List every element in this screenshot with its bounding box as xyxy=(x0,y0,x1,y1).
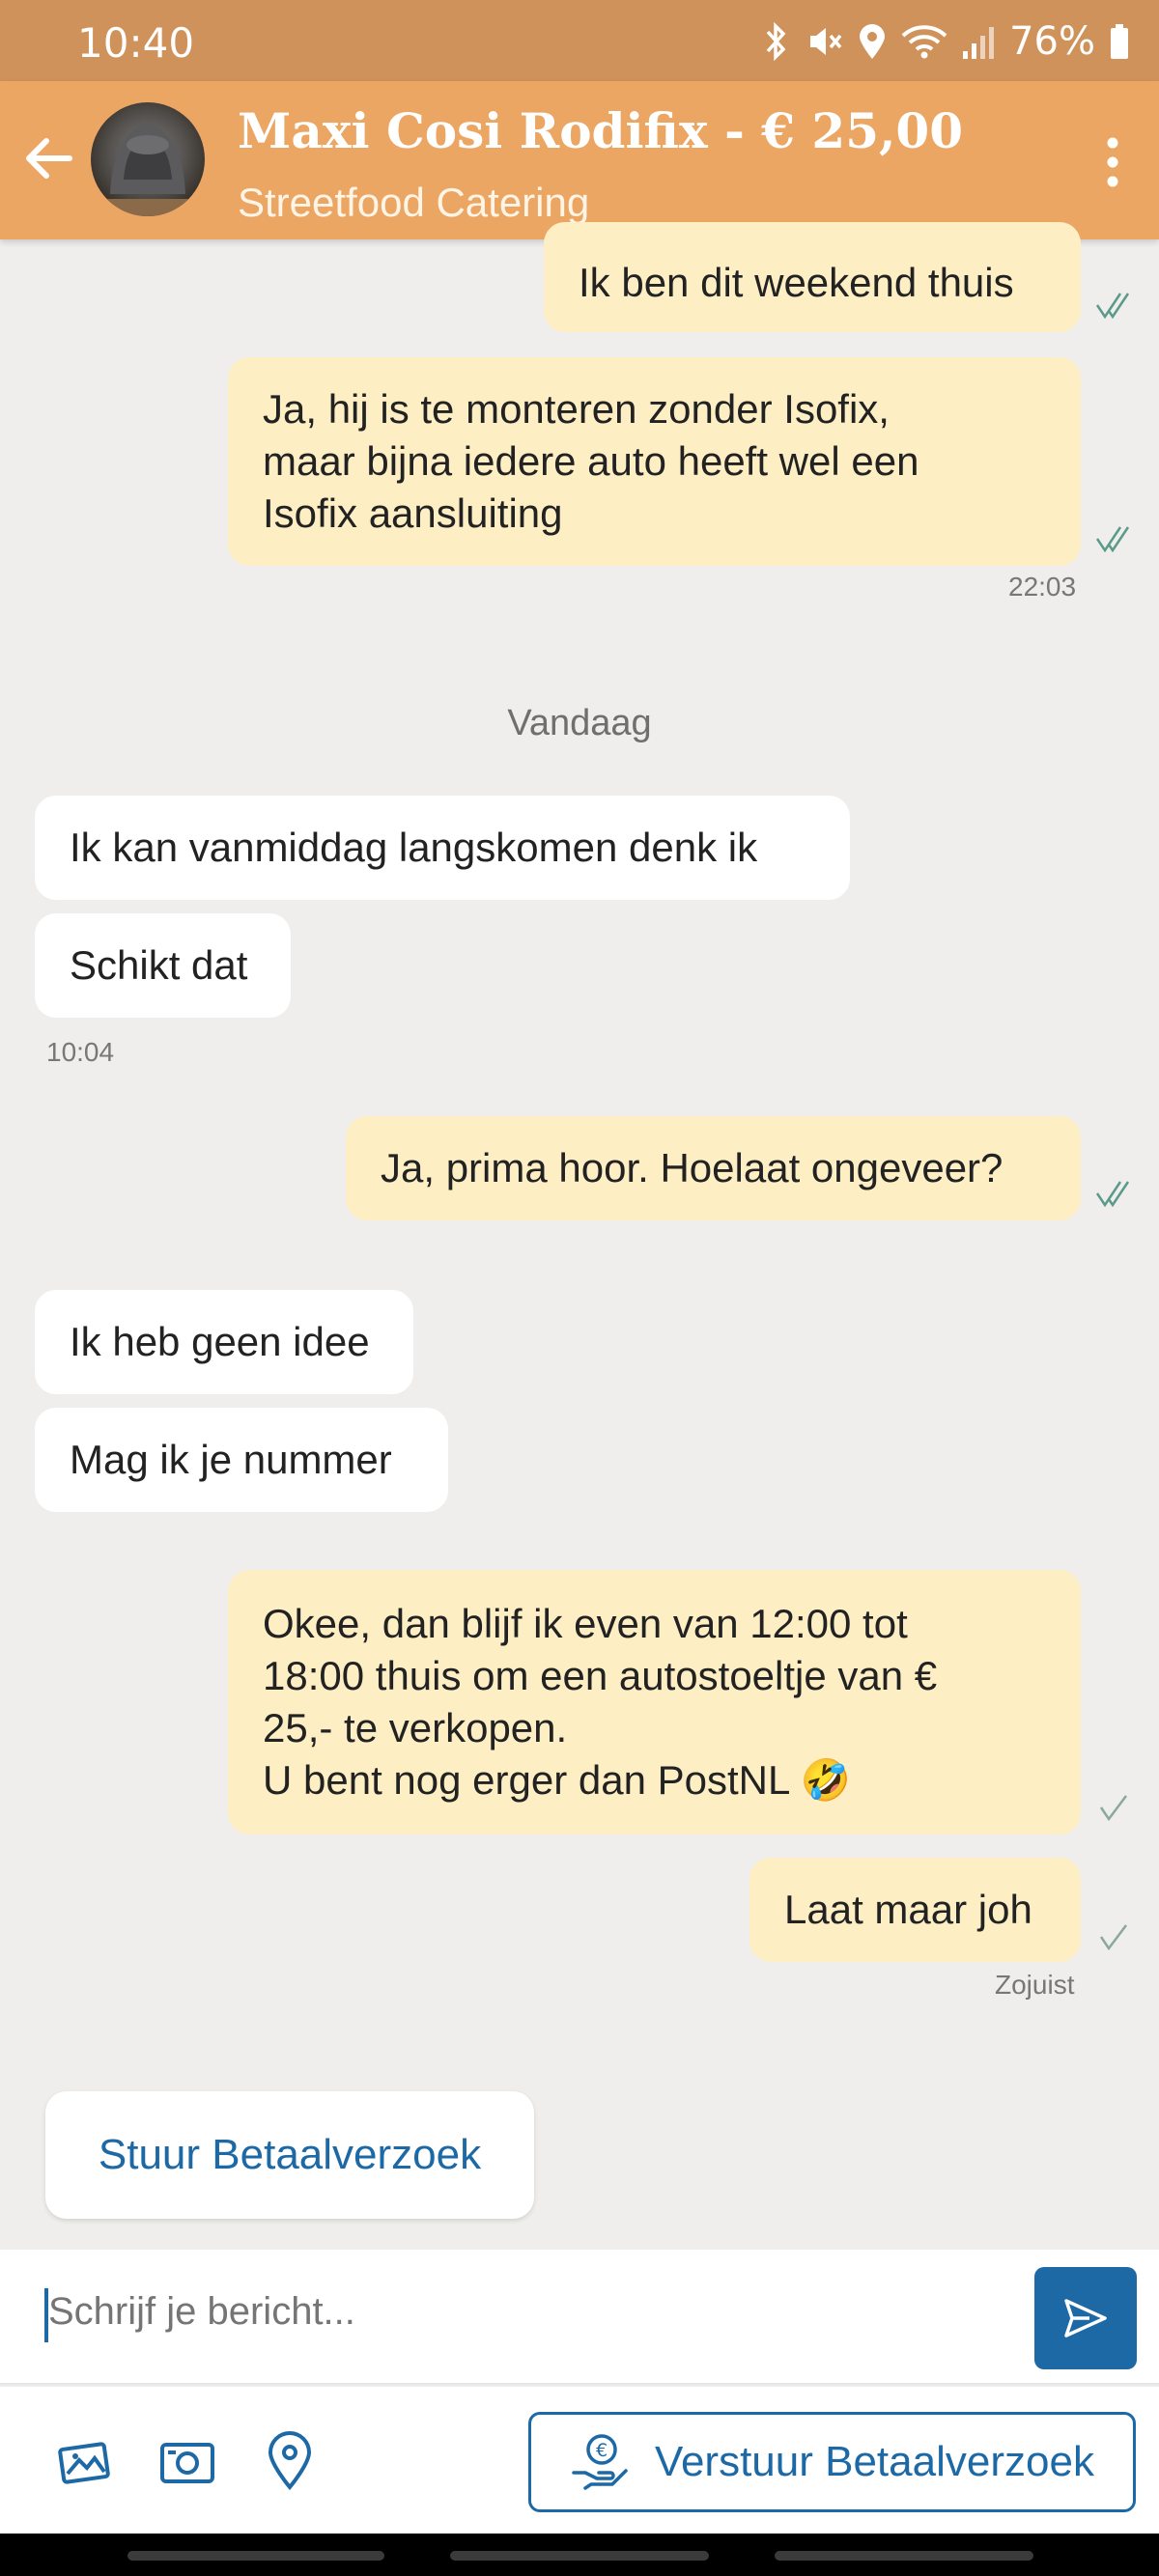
attachment-toolbar: € Verstuur Betaalverzoek xyxy=(0,2387,1159,2534)
gallery-icon[interactable] xyxy=(54,2429,116,2491)
euro-hand-icon: € xyxy=(572,2434,628,2490)
message-text: 18:00 thuis om een autostoeltje van € xyxy=(263,1653,938,1698)
message-text: Laat maar joh xyxy=(784,1887,1032,1932)
message-text: U bent nog erger dan PostNL 🤣 xyxy=(263,1757,851,1803)
message-text: 25,- te verkopen. xyxy=(263,1705,568,1750)
location-icon xyxy=(860,24,886,59)
double-check-icon xyxy=(1095,293,1130,320)
payment-card-label: Stuur Betaalverzoek xyxy=(98,2131,482,2178)
chat-header: Maxi Cosi Rodifix - € 25,00 Streetfood C… xyxy=(0,81,1159,239)
message-text: Ja, prima hoor. Hoelaat ongeveer? xyxy=(381,1145,1004,1190)
nav-recent-handle[interactable] xyxy=(127,2551,384,2561)
check-icon xyxy=(1099,1795,1127,1822)
message-text: Okee, dan blijf ik even van 12:00 tot xyxy=(263,1601,908,1646)
message-text: Ja, hij is te monteren zonder Isofix, xyxy=(263,386,890,432)
location-pin-icon[interactable] xyxy=(259,2429,321,2491)
svg-text:€: € xyxy=(596,2440,608,2461)
composer xyxy=(0,2250,1159,2385)
double-check-icon xyxy=(1095,1181,1130,1208)
status-bar: 10:40 76% xyxy=(0,0,1159,81)
bluetooth-icon xyxy=(766,22,786,61)
message-bubble-incoming[interactable]: Ik heb geen idee xyxy=(35,1290,413,1394)
message-timestamp: 22:03 xyxy=(1008,572,1077,602)
listing-avatar[interactable] xyxy=(91,102,205,216)
message-bubble-incoming[interactable]: Ik kan vanmiddag langskomen denk ik xyxy=(35,796,850,900)
message-text: maar bijna iedere auto heeft wel een xyxy=(263,438,919,484)
seller-name: Streetfood Catering xyxy=(238,180,590,225)
status-icons: 76% xyxy=(762,17,1130,66)
send-payment-request-card[interactable]: Stuur Betaalverzoek xyxy=(45,2091,534,2219)
day-separator: Vandaag xyxy=(507,703,652,743)
message-bubble-outgoing[interactable]: Ik ben dit weekend thuis xyxy=(544,222,1081,332)
message-bubble-outgoing[interactable]: Okee, dan blijf ik even van 12:00 tot 18… xyxy=(228,1570,1081,1834)
nav-home-handle[interactable] xyxy=(450,2551,709,2561)
message-text: Ik heb geen idee xyxy=(70,1319,370,1364)
message-timestamp: Zojuist xyxy=(995,1970,1075,2000)
car-seat-image xyxy=(91,124,205,216)
listing-title: Maxi Cosi Rodifix - € 25,00 xyxy=(238,102,964,159)
mute-icon xyxy=(810,28,842,55)
check-icon xyxy=(1099,1924,1127,1951)
message-input[interactable] xyxy=(48,2290,995,2334)
message-text: Schikt dat xyxy=(70,942,248,988)
status-time: 10:40 xyxy=(77,19,195,67)
signal-icon xyxy=(963,27,995,59)
send-payment-request-button[interactable]: € Verstuur Betaalverzoek xyxy=(528,2412,1136,2512)
send-button[interactable] xyxy=(1034,2267,1137,2369)
message-text: Ik kan vanmiddag langskomen denk ik xyxy=(70,825,758,870)
message-text: Isofix aansluiting xyxy=(263,490,563,536)
more-vertical-icon[interactable] xyxy=(1103,133,1122,191)
message-text: Mag ik je nummer xyxy=(70,1437,392,1482)
battery-icon xyxy=(1111,24,1128,59)
message-bubble-incoming[interactable]: Schikt dat xyxy=(35,913,291,1018)
double-check-icon xyxy=(1095,526,1130,553)
message-bubble-incoming[interactable]: Mag ik je nummer xyxy=(35,1408,448,1512)
message-bubble-outgoing[interactable]: Laat maar joh xyxy=(749,1858,1081,1962)
battery-percentage: 76% xyxy=(1009,19,1095,64)
camera-icon[interactable] xyxy=(156,2429,218,2491)
nav-back-handle[interactable] xyxy=(775,2551,1033,2561)
message-timestamp: 10:04 xyxy=(46,1037,115,1067)
message-text: Ik ben dit weekend thuis xyxy=(579,260,1014,305)
message-bubble-outgoing[interactable]: Ja, hij is te monteren zonder Isofix, ma… xyxy=(228,357,1081,566)
system-navigation-bar xyxy=(0,2534,1159,2576)
wifi-icon xyxy=(901,25,947,59)
arrow-left-icon[interactable] xyxy=(21,131,75,185)
message-bubble-outgoing[interactable]: Ja, prima hoor. Hoelaat ongeveer? xyxy=(346,1116,1081,1220)
send-icon xyxy=(1064,2299,1107,2338)
payment-button-label: Verstuur Betaalverzoek xyxy=(655,2438,1094,2485)
